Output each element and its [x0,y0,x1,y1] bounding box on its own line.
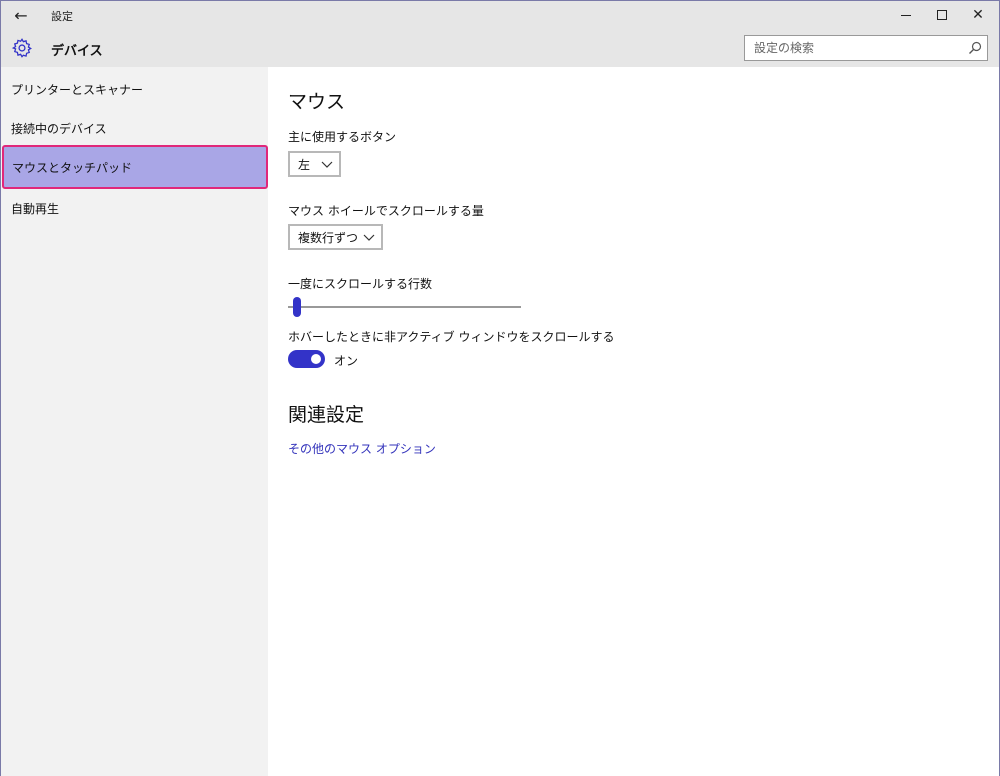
sidebar-item-mouse-touchpad[interactable]: マウスとタッチパッド [2,145,268,189]
sidebar-item-label: 接続中のデバイス [11,121,107,136]
gear-icon [11,38,32,58]
sidebar: プリンターとスキャナー 接続中のデバイス マウスとタッチパッド 自動再生 [1,67,268,776]
toggle-knob [311,354,321,364]
arrow-left-icon: ← [14,5,28,25]
sidebar-item-label: マウスとタッチパッド [12,160,133,175]
main-content: マウス 主に使用するボタン 左 マウス ホイールでスクロールする量 複数行ずつ … [268,67,999,776]
primary-button-value: 左 [298,157,311,172]
hover-scroll-toggle[interactable] [288,350,325,368]
maximize-icon [937,10,947,20]
scroll-lines-slider[interactable] [288,297,523,317]
sidebar-item-autoplay[interactable]: 自動再生 [1,188,268,228]
minimize-button[interactable] [889,1,923,29]
slider-thumb[interactable] [293,297,301,317]
maximize-button[interactable] [925,1,959,29]
sidebar-item-connected-devices[interactable]: 接続中のデバイス [1,108,268,148]
hover-scroll-label: ホバーしたときに非アクティブ ウィンドウをスクロールする [288,330,615,344]
wheel-scroll-dropdown[interactable]: 複数行ずつ [288,224,383,250]
search-input[interactable] [745,37,955,59]
section-title-related: 関連設定 [288,404,365,426]
more-mouse-options-link[interactable]: その他のマウス オプション [288,440,436,457]
search-box[interactable] [744,35,988,61]
page-header: デバイス [1,29,999,67]
primary-button-label: 主に使用するボタン [288,130,397,144]
sidebar-item-printers[interactable]: プリンターとスキャナー [1,69,268,109]
chevron-down-icon [363,234,375,241]
scroll-lines-label: 一度にスクロールする行数 [288,277,433,291]
primary-button-dropdown[interactable]: 左 [288,151,341,177]
section-title-mouse: マウス [288,91,346,113]
slider-track [288,306,521,308]
window-title: 設定 [51,10,73,23]
minimize-icon [901,14,911,16]
sidebar-item-label: 自動再生 [11,201,60,216]
wheel-scroll-value: 複数行ずつ [298,230,359,245]
back-button[interactable]: ← [7,3,35,27]
settings-window: ← 設定 ✕ デバイス プリンターとスキャ [0,0,1000,776]
title-bar: ← 設定 ✕ [1,1,999,29]
sidebar-item-label: プリンターとスキャナー [11,82,144,97]
hover-scroll-state: オン [334,354,359,368]
close-icon: ✕ [972,7,984,23]
wheel-scroll-label: マウス ホイールでスクロールする量 [288,204,484,218]
chevron-down-icon [321,161,333,168]
page-title: デバイス [51,44,103,59]
search-icon[interactable] [968,41,982,55]
close-button[interactable]: ✕ [961,1,995,29]
